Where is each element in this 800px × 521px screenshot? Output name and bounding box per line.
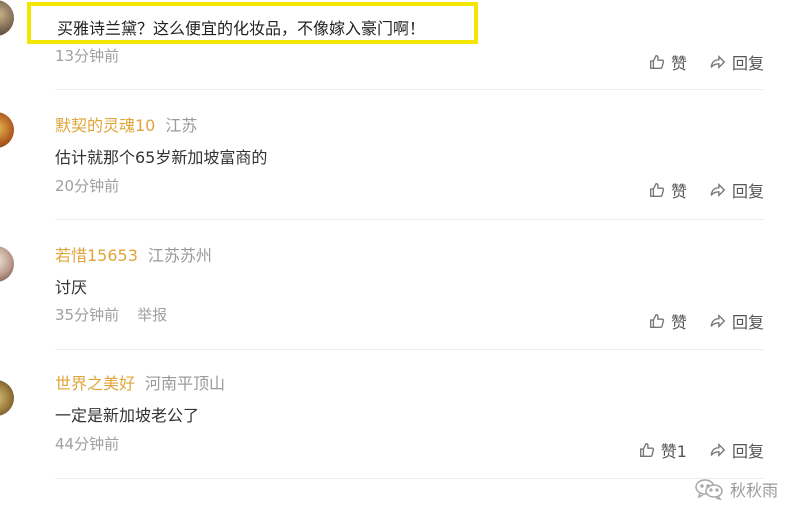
avatar[interactable] xyxy=(0,380,14,416)
thumbs-up-icon xyxy=(649,314,665,328)
comment-time: 13分钟前 xyxy=(55,47,120,65)
reply-button[interactable]: 回复 xyxy=(709,178,764,202)
reply-button[interactable]: 回复 xyxy=(709,50,764,74)
avatar[interactable] xyxy=(0,112,14,148)
reply-label: 回复 xyxy=(731,313,764,332)
comment-actions: 赞 回复 xyxy=(648,309,764,333)
username-text[interactable]: 世界之美好 xyxy=(55,374,135,393)
reply-arrow-icon xyxy=(710,442,726,458)
reply-label: 回复 xyxy=(731,54,764,73)
time-text: 35分钟前 xyxy=(55,306,120,324)
comment-actions: 赞 回复 xyxy=(648,50,764,74)
like-label: 赞 xyxy=(670,182,687,201)
thumbs-up-icon xyxy=(639,443,654,457)
divider xyxy=(55,478,764,479)
comment-actions: 赞1 回复 xyxy=(638,438,764,462)
comment-username[interactable]: 默契的灵魂10 江苏 xyxy=(55,112,197,136)
thumbs-up-icon xyxy=(649,55,665,69)
avatar[interactable] xyxy=(0,246,14,282)
comment-time: 20分钟前 xyxy=(55,177,120,195)
comment-item: 若惜15653 江苏苏州 讨厌 35分钟前 举报 赞 回复 xyxy=(0,220,800,350)
comment-location: 江苏 xyxy=(165,116,198,135)
comment-item: 世界之美好 河南平顶山 一定是新加坡老公了 44分钟前 赞1 回复 xyxy=(0,350,800,480)
avatar[interactable] xyxy=(0,0,14,36)
comment-text: 一定是新加坡老公了 xyxy=(55,406,200,425)
reply-button[interactable]: 回复 xyxy=(709,309,764,333)
comment-username[interactable]: 世界之美好 河南平顶山 xyxy=(55,370,225,394)
highlight-box: 买雅诗兰黛？这么便宜的化妆品，不像嫁入豪门啊！ xyxy=(27,2,478,44)
like-label: 赞1 xyxy=(660,442,687,461)
like-label: 赞 xyxy=(670,54,687,73)
comment-text: 买雅诗兰黛？这么便宜的化妆品，不像嫁入豪门啊！ xyxy=(57,19,426,38)
comment-actions: 赞 回复 xyxy=(648,178,764,202)
reply-arrow-icon xyxy=(710,182,726,198)
comment-location: 河南平顶山 xyxy=(145,374,226,393)
watermark-text: 秋秋雨 xyxy=(729,481,778,500)
reply-label: 回复 xyxy=(731,442,764,461)
like-button[interactable]: 赞 xyxy=(648,178,687,202)
reply-arrow-icon xyxy=(710,54,726,70)
report-link[interactable]: 举报 xyxy=(137,306,167,324)
comment-location: 江苏苏州 xyxy=(147,246,212,265)
comment-text: 估计就那个65岁新加坡富商的 xyxy=(55,148,268,167)
reply-button[interactable]: 回复 xyxy=(709,438,764,462)
comment-text: 讨厌 xyxy=(55,278,88,297)
comment-time: 35分钟前 举报 xyxy=(55,304,167,325)
like-button[interactable]: 赞 xyxy=(648,50,687,74)
comment-time: 44分钟前 xyxy=(55,435,120,453)
wechat-icon xyxy=(695,479,723,501)
watermark: 秋秋雨 xyxy=(694,477,778,501)
reply-arrow-icon xyxy=(710,313,726,329)
username-text[interactable]: 若惜15653 xyxy=(55,246,138,265)
reply-label: 回复 xyxy=(731,182,764,201)
like-label: 赞 xyxy=(670,313,687,332)
username-text[interactable]: 默契的灵魂10 xyxy=(55,116,155,135)
thumbs-up-icon xyxy=(649,183,665,197)
comment-item: 默契的灵魂10 江苏 估计就那个65岁新加坡富商的 20分钟前 赞 回复 xyxy=(0,90,800,220)
like-button[interactable]: 赞1 xyxy=(638,438,687,462)
like-button[interactable]: 赞 xyxy=(648,309,687,333)
comment-item: 买雅诗兰黛？这么便宜的化妆品，不像嫁入豪门啊！ 13分钟前 赞 回复 xyxy=(0,0,800,90)
comment-username[interactable]: 若惜15653 江苏苏州 xyxy=(55,242,212,266)
